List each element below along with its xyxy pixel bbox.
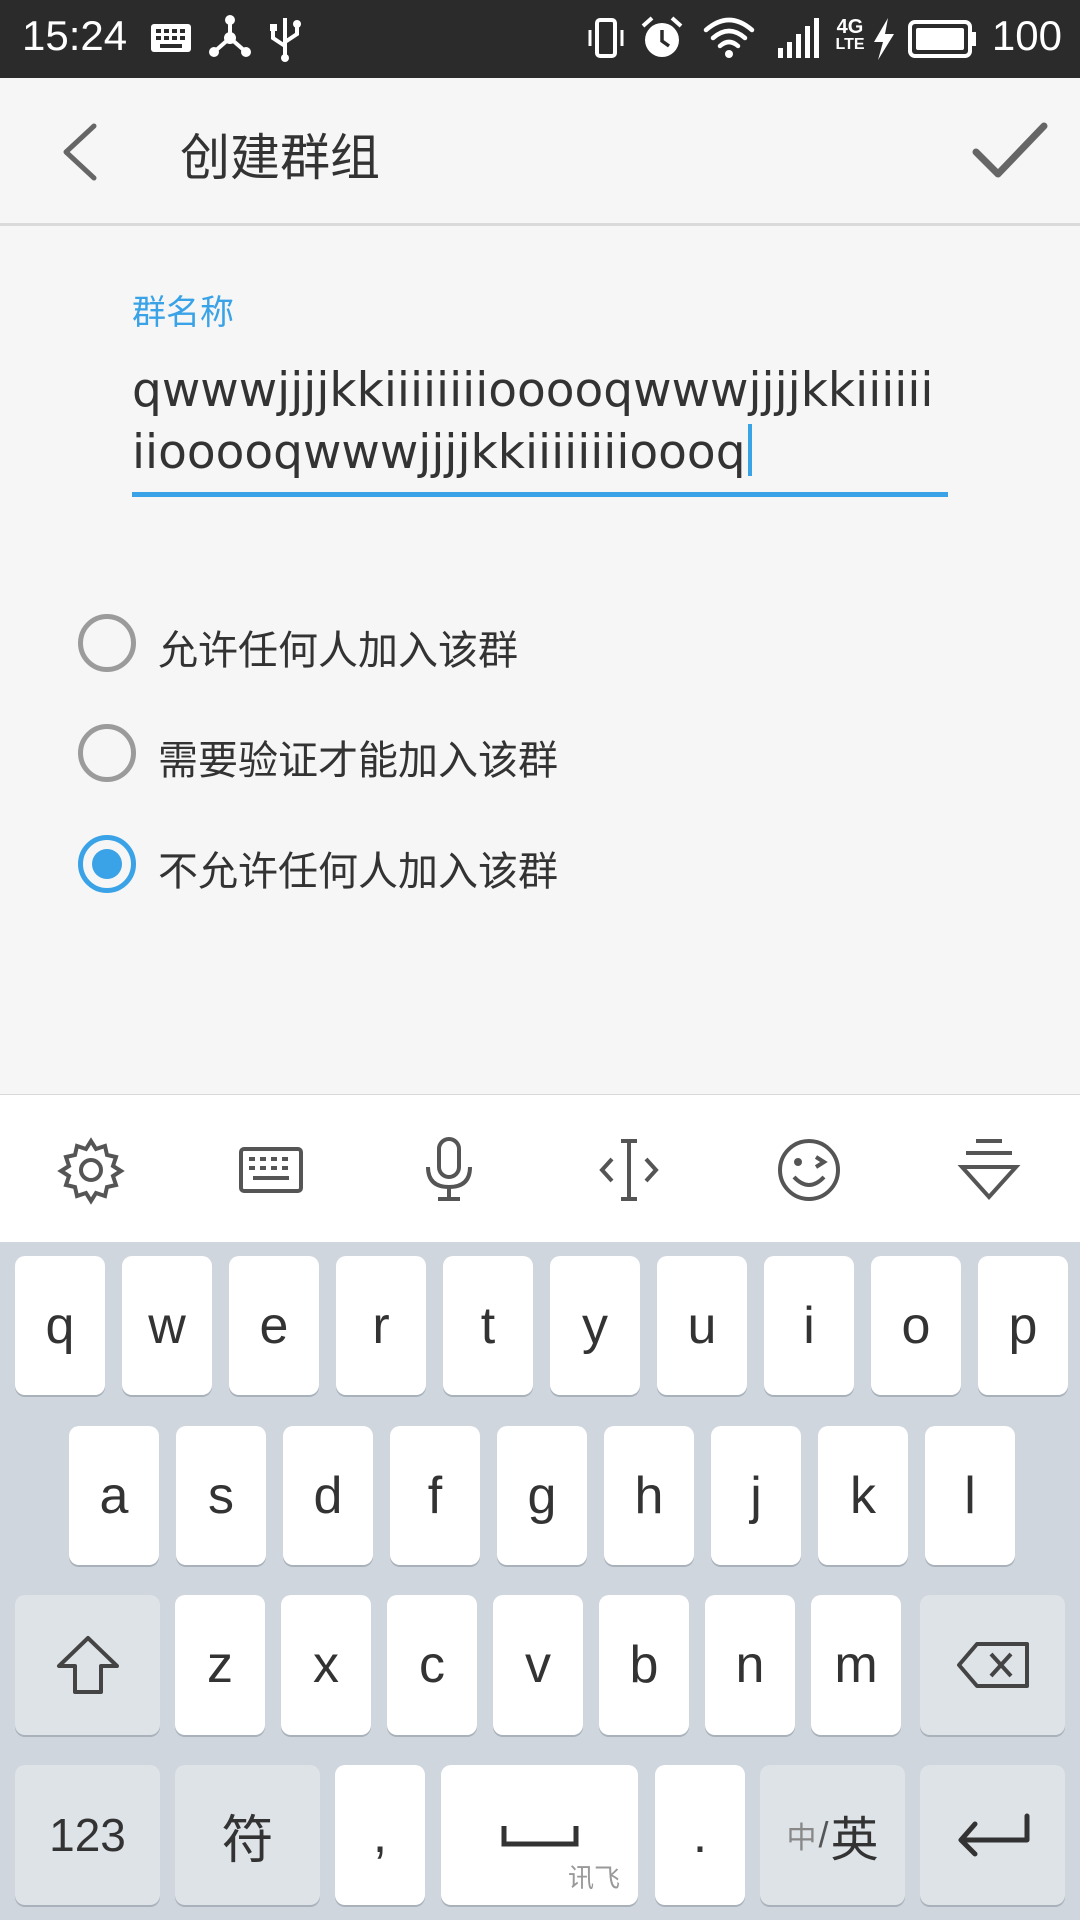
group-name-input[interactable]: qwwwjjjjkkiiiiiiiiooooqwwwjjjjkkiiiiii i… <box>132 360 948 484</box>
key-m[interactable]: m <box>811 1595 901 1735</box>
microphone-icon[interactable] <box>414 1135 484 1205</box>
usb-icon <box>270 18 301 62</box>
key-r[interactable]: r <box>336 1256 426 1395</box>
key-j[interactable]: j <box>711 1426 801 1565</box>
option-label: 允许任何人加入该群 <box>158 628 518 674</box>
key-p[interactable]: p <box>978 1256 1068 1395</box>
key-b[interactable]: b <box>599 1595 689 1735</box>
numbers-key[interactable]: 123 <box>15 1765 160 1905</box>
key-k[interactable]: k <box>818 1426 908 1565</box>
key-x[interactable]: x <box>281 1595 371 1735</box>
option-label: 不允许任何人加入该群 <box>158 849 558 895</box>
key-y[interactable]: y <box>550 1256 640 1395</box>
status-bar: 15:24 4G LTE 100 <box>0 0 1080 78</box>
key-q[interactable]: q <box>15 1256 105 1395</box>
back-button[interactable] <box>52 120 112 184</box>
key-a[interactable]: a <box>69 1426 159 1565</box>
collapse-icon[interactable] <box>954 1135 1024 1205</box>
radio-require-verification[interactable] <box>78 724 136 782</box>
key-d[interactable]: d <box>283 1426 373 1565</box>
key-f[interactable]: f <box>390 1426 480 1565</box>
space-key[interactable]: 讯飞 <box>441 1765 638 1905</box>
key-w[interactable]: w <box>122 1256 212 1395</box>
key-i[interactable]: i <box>764 1256 854 1395</box>
wifi-icon <box>703 17 755 58</box>
key-g[interactable]: g <box>497 1426 587 1565</box>
enter-key[interactable] <box>920 1765 1065 1905</box>
4g-lte-icon: 4G LTE <box>835 16 865 53</box>
key-t[interactable]: t <box>443 1256 533 1395</box>
page-title: 创建群组 <box>180 129 380 187</box>
radio-disallow-anyone[interactable] <box>78 835 136 893</box>
battery-icon <box>908 20 976 58</box>
keyboard-toolbar <box>0 1094 1080 1242</box>
group-name-line-1: qwwwjjjjkkiiiiiiiiooooqwwwjjjjkkiiiiii <box>132 363 934 418</box>
key-c[interactable]: c <box>387 1595 477 1735</box>
battery-level: 100 <box>991 12 1062 59</box>
shift-key[interactable] <box>15 1595 160 1735</box>
chevron-left-icon <box>63 123 97 181</box>
text-cursor <box>747 424 752 476</box>
language-switch-key[interactable]: 中 / 英 <box>760 1765 905 1905</box>
group-name-label: 群名称 <box>132 293 234 333</box>
backspace-icon <box>956 1642 1029 1688</box>
ime-brand: 讯飞 <box>567 1864 620 1894</box>
charging-icon <box>874 18 894 60</box>
symbols-key[interactable]: 符 <box>175 1765 320 1905</box>
key-n[interactable]: n <box>705 1595 795 1735</box>
cursor-icon[interactable] <box>594 1135 664 1205</box>
signal-icon <box>778 18 819 58</box>
key-l[interactable]: l <box>925 1426 1015 1565</box>
space-icon <box>501 1826 578 1847</box>
gear-icon[interactable] <box>56 1135 126 1205</box>
shift-icon <box>56 1636 119 1694</box>
key-z[interactable]: z <box>175 1595 265 1735</box>
radio-allow-anyone[interactable] <box>78 614 136 672</box>
backspace-key[interactable] <box>920 1595 1065 1735</box>
comma-key[interactable]: , <box>335 1765 425 1905</box>
soft-keyboard: qwertyuiop asdfghjkl zxcvbnm 123 符 , 讯飞 … <box>0 1242 1080 1920</box>
option-label: 需要验证才能加入该群 <box>158 738 558 784</box>
key-h[interactable]: h <box>604 1426 694 1565</box>
keyboard-icon[interactable] <box>236 1135 306 1205</box>
key-u[interactable]: u <box>657 1256 747 1395</box>
period-key[interactable]: . <box>655 1765 745 1905</box>
key-v[interactable]: v <box>493 1595 583 1735</box>
check-icon <box>972 122 1048 178</box>
key-e[interactable]: e <box>229 1256 319 1395</box>
key-o[interactable]: o <box>871 1256 961 1395</box>
app-bar: 创建群组 <box>0 78 1080 226</box>
input-underline <box>132 492 948 497</box>
enter-icon <box>958 1813 1029 1857</box>
confirm-button[interactable] <box>970 118 1050 184</box>
group-name-line-2: iiooooqwwwjjjjkkiiiiiiiioooq <box>132 425 746 480</box>
alarm-icon <box>641 16 683 57</box>
vibrate-icon <box>588 18 624 58</box>
key-s[interactable]: s <box>176 1426 266 1565</box>
emoji-icon[interactable] <box>774 1135 844 1205</box>
share-icon <box>209 15 251 57</box>
status-time: 15:24 <box>22 12 128 59</box>
keyboard-icon <box>151 24 191 52</box>
